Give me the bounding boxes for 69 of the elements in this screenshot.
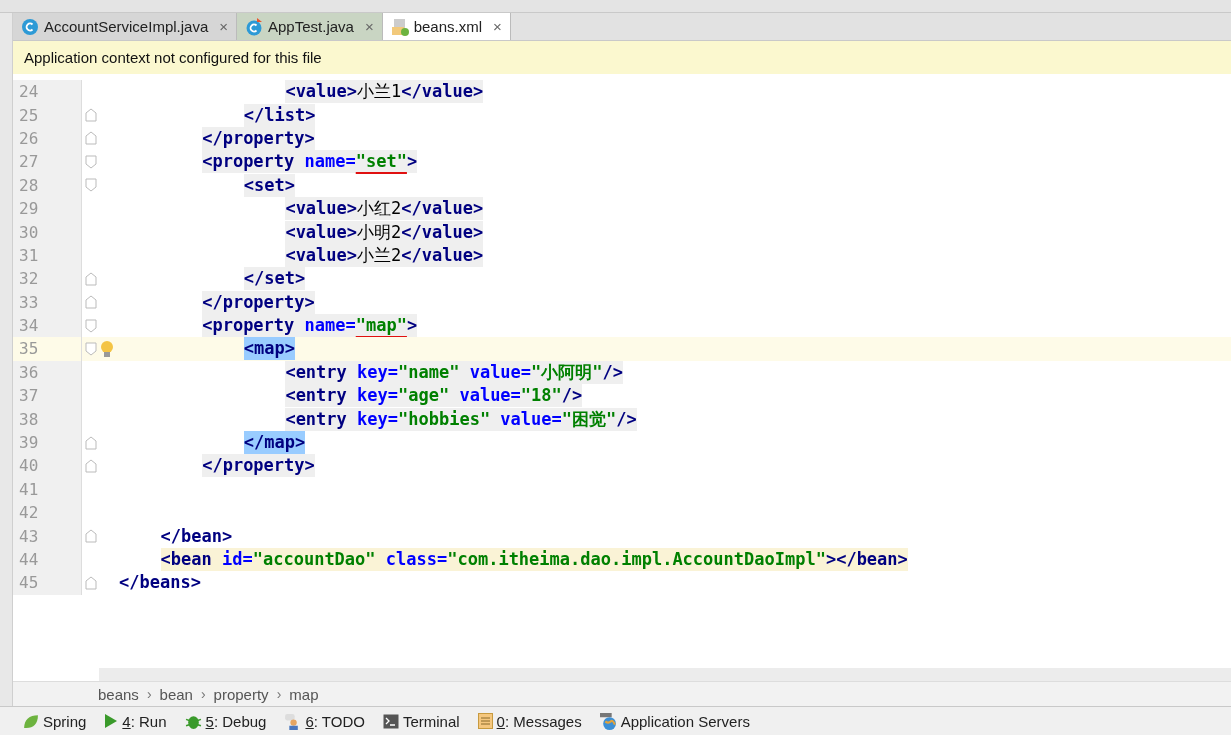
line-number: 32 xyxy=(18,269,40,289)
tool-window-button[interactable]: Application Servers xyxy=(597,712,764,730)
chevron-icon: › xyxy=(276,686,282,702)
close-icon[interactable]: × xyxy=(219,18,228,35)
leaf-icon xyxy=(22,712,39,730)
line-number: 39 xyxy=(18,433,40,453)
editor-tab[interactable]: beans.xml × xyxy=(382,13,511,40)
breadcrumb[interactable]: bean xyxy=(159,685,193,703)
globe-icon xyxy=(599,712,617,730)
line-number: 35 xyxy=(18,339,40,359)
list-icon xyxy=(477,713,493,729)
breadcrumb[interactable]: map xyxy=(289,685,319,703)
tool-window-button[interactable]: 4: Run xyxy=(102,712,181,730)
fold-marker-icon[interactable] xyxy=(85,295,97,310)
line-number: 41 xyxy=(18,479,40,499)
code-line: </beans> xyxy=(119,571,201,595)
line-number: 26 xyxy=(18,128,40,148)
fold-marker-icon[interactable] xyxy=(85,108,97,123)
line-number: 40 xyxy=(18,456,40,476)
notification-banner: Application context not configured for this file xyxy=(13,41,1231,74)
chevron-icon: › xyxy=(146,686,152,702)
line-number: 37 xyxy=(18,386,40,406)
line-number: 29 xyxy=(18,199,40,219)
tool-window-button[interactable]: Terminal xyxy=(380,712,474,730)
line-number: 34 xyxy=(18,316,40,336)
close-icon[interactable]: × xyxy=(364,18,374,35)
terminal-icon xyxy=(382,713,399,729)
line-number: 45 xyxy=(18,573,40,593)
line-number: 33 xyxy=(18,292,40,312)
line-number: 28 xyxy=(18,175,40,195)
class-icon xyxy=(21,17,39,36)
play-icon xyxy=(104,713,119,729)
fold-marker-icon[interactable] xyxy=(85,318,97,333)
fold-marker-icon[interactable] xyxy=(85,178,97,193)
fold-marker-icon[interactable] xyxy=(85,154,97,169)
fold-marker-icon[interactable] xyxy=(85,131,97,146)
line-number: 44 xyxy=(18,550,40,569)
editor-tab[interactable]: AccountServiceImpl.java × xyxy=(13,13,237,40)
tool-window-button[interactable]: Spring xyxy=(20,712,101,730)
tab-label: AppTest.java xyxy=(268,18,354,35)
line-number: 25 xyxy=(18,105,40,125)
fold-marker-icon[interactable] xyxy=(85,435,97,450)
close-icon[interactable]: × xyxy=(493,18,502,35)
tool-window-button[interactable]: 0: Messages xyxy=(475,712,596,730)
line-number: 30 xyxy=(18,222,40,242)
line-number: 36 xyxy=(18,362,40,382)
line-number: 42 xyxy=(18,503,40,523)
fold-marker-icon[interactable] xyxy=(85,271,97,286)
lightbulb-icon[interactable] xyxy=(100,340,114,358)
fold-marker-icon[interactable] xyxy=(85,575,97,590)
line-number: 24 xyxy=(18,82,40,102)
breadcrumb[interactable]: property xyxy=(213,685,269,703)
code-line: </bean> xyxy=(160,524,233,548)
line-number: 27 xyxy=(18,152,40,172)
fold-marker-icon[interactable] xyxy=(85,529,97,544)
tab-label: beans.xml xyxy=(413,18,483,35)
line-number: 31 xyxy=(18,245,40,265)
chevron-icon: › xyxy=(200,686,206,702)
xml-file-icon xyxy=(390,17,409,36)
fold-marker-icon[interactable] xyxy=(85,342,97,356)
line-number: 38 xyxy=(18,409,40,429)
fold-marker-icon[interactable] xyxy=(85,458,97,473)
class-icon xyxy=(245,17,263,36)
line-number: 43 xyxy=(18,526,40,546)
tool-window-button[interactable]: 6: TODO xyxy=(282,712,379,730)
editor-tab[interactable]: AppTest.java × xyxy=(237,13,383,40)
breadcrumb[interactable]: beans xyxy=(98,685,139,703)
tab-label: AccountServiceImpl.java xyxy=(44,18,209,35)
tool-window-button[interactable]: 5: Debug xyxy=(182,712,281,730)
